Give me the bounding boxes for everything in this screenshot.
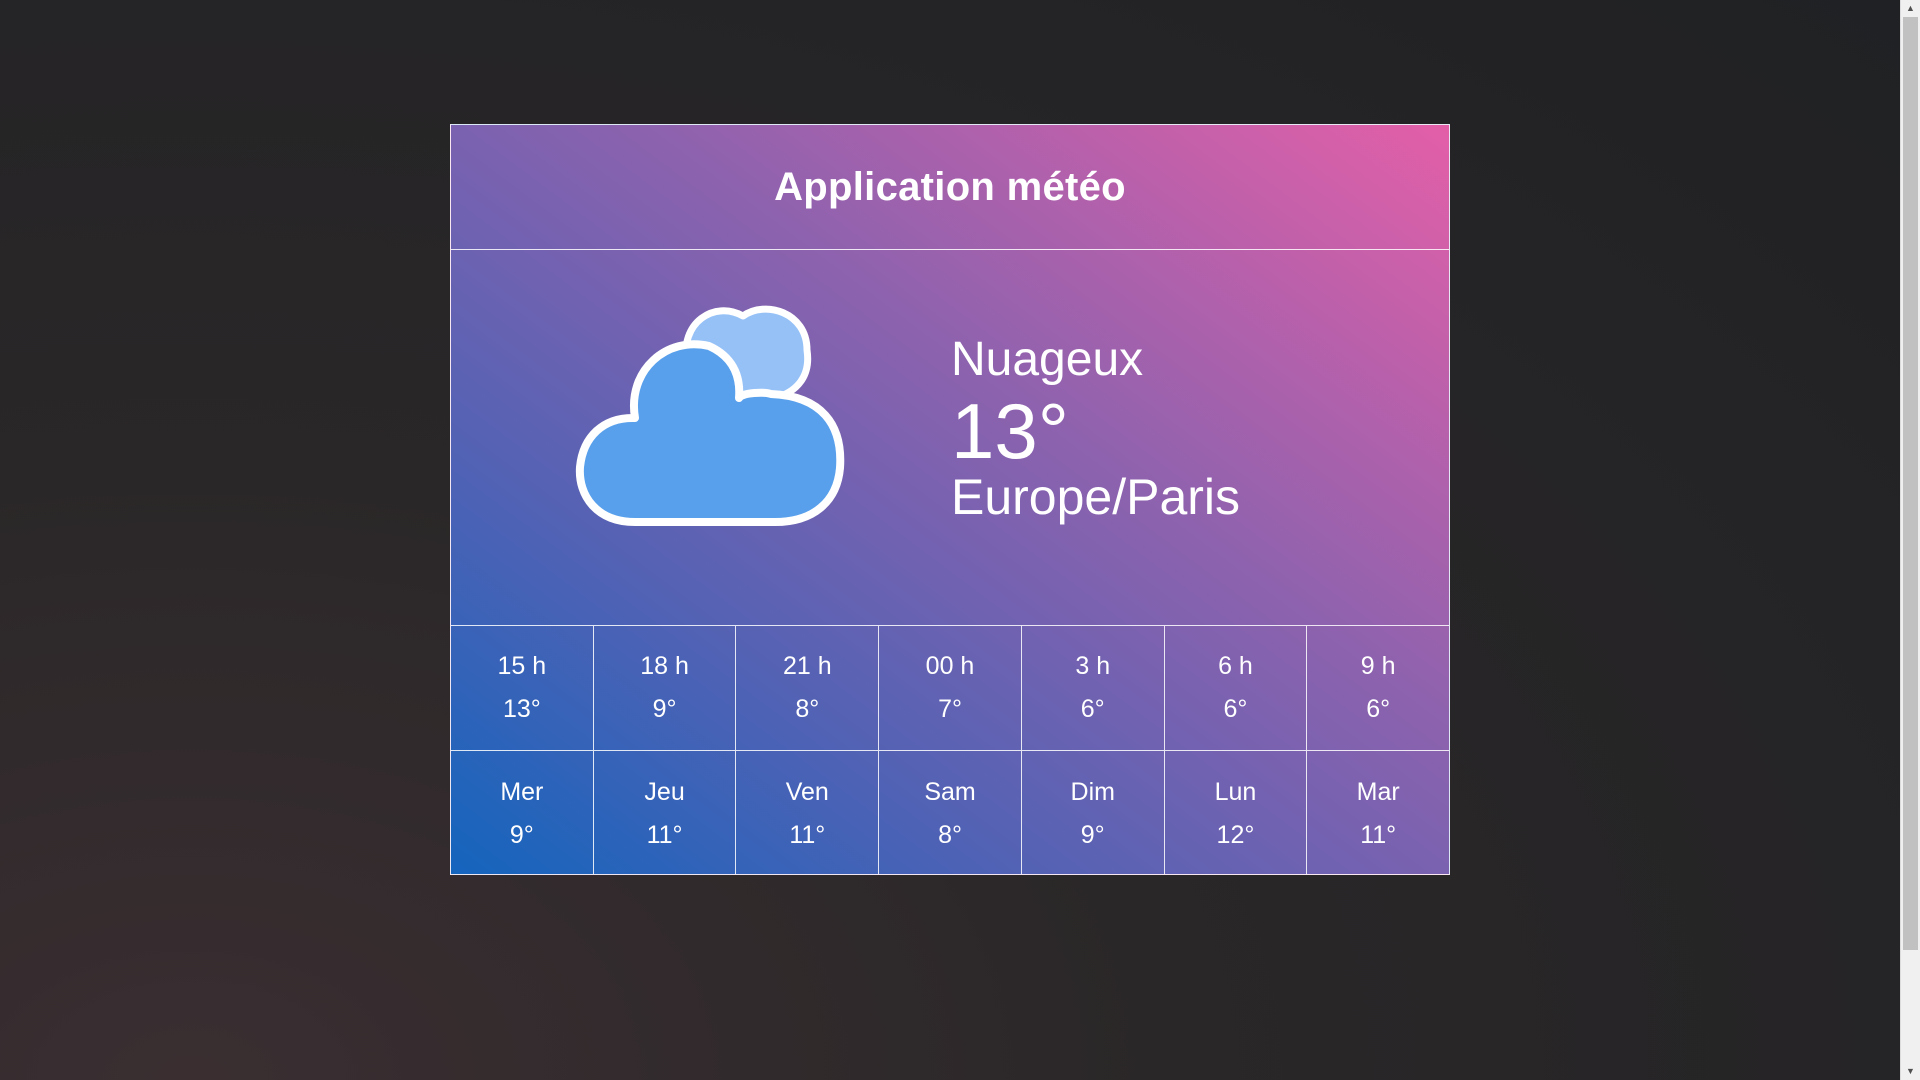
daily-day: Dim	[1070, 777, 1115, 806]
hourly-item: 15 h 13°	[451, 626, 594, 750]
hourly-item: 9 h 6°	[1307, 626, 1449, 750]
hourly-item: 18 h 9°	[594, 626, 737, 750]
hourly-temp: 8°	[795, 695, 820, 723]
weather-card: Application météo Nuageux 13° Europe/Par…	[450, 124, 1450, 875]
daily-item: Jeu 11°	[594, 751, 737, 874]
daily-day: Mer	[500, 777, 544, 806]
card-header: Application météo	[451, 125, 1449, 250]
hourly-time: 6 h	[1218, 652, 1253, 680]
hourly-item: 00 h 7°	[879, 626, 1022, 750]
hourly-temp: 6°	[1223, 695, 1248, 723]
daily-item: Mar 11°	[1307, 751, 1449, 874]
daily-item: Mer 9°	[451, 751, 594, 874]
current-info: Nuageux 13° Europe/Paris	[951, 332, 1240, 526]
daily-temp: 11°	[789, 820, 826, 849]
scroll-up-arrow-icon[interactable]: ▲	[1901, 0, 1920, 17]
hourly-temp: 9°	[652, 695, 677, 723]
hourly-time: 3 h	[1075, 652, 1111, 680]
hourly-time: 00 h	[925, 652, 975, 680]
hourly-temp: 6°	[1080, 695, 1105, 723]
current-temperature: 13°	[951, 387, 1069, 475]
daily-temp: 8°	[938, 820, 962, 849]
scrollbar-thumb[interactable]	[1903, 17, 1918, 950]
daily-day: Mar	[1356, 777, 1400, 806]
vertical-scrollbar[interactable]: ▲ ▼	[1900, 0, 1920, 1080]
hourly-temp: 13°	[502, 695, 541, 723]
daily-day: Lun	[1214, 777, 1257, 806]
weather-condition: Nuageux	[951, 333, 1144, 386]
daily-day: Jeu	[644, 777, 685, 806]
cloud-icon	[575, 305, 845, 526]
daily-temp: 11°	[646, 820, 683, 849]
daily-day: Ven	[785, 777, 829, 806]
hourly-time: 21 h	[782, 652, 832, 680]
daily-temp: 9°	[509, 820, 534, 849]
hourly-forecast: 15 h 13° 18 h 9° 21 h 8° 00 h 7° 3 h 6° …	[451, 626, 1449, 751]
hourly-item: 6 h 6°	[1165, 626, 1308, 750]
app-title: Application météo	[774, 164, 1126, 209]
daily-temp: 12°	[1216, 820, 1255, 849]
daily-forecast: Mer 9° Jeu 11° Ven 11° Sam 8° Dim 9° Lun…	[451, 751, 1449, 874]
daily-temp: 11°	[1360, 820, 1397, 849]
daily-item: Ven 11°	[736, 751, 880, 874]
daily-item: Sam 8°	[879, 751, 1022, 874]
scroll-down-arrow-icon[interactable]: ▼	[1901, 1063, 1920, 1080]
hourly-item: 21 h 8°	[736, 626, 880, 750]
hourly-temp: 6°	[1366, 695, 1391, 723]
location-name: Europe/Paris	[951, 469, 1241, 525]
hourly-temp: 7°	[938, 695, 962, 723]
daily-day: Sam	[924, 777, 976, 806]
current-weather: Nuageux 13° Europe/Paris	[451, 250, 1449, 626]
daily-item: Lun 12°	[1165, 751, 1308, 874]
hourly-time: 18 h	[640, 652, 689, 680]
hourly-item: 3 h 6°	[1022, 626, 1165, 750]
hourly-time: 15 h	[497, 652, 547, 680]
daily-temp: 9°	[1080, 820, 1105, 849]
daily-item: Dim 9°	[1022, 751, 1165, 874]
hourly-time: 9 h	[1360, 652, 1396, 680]
